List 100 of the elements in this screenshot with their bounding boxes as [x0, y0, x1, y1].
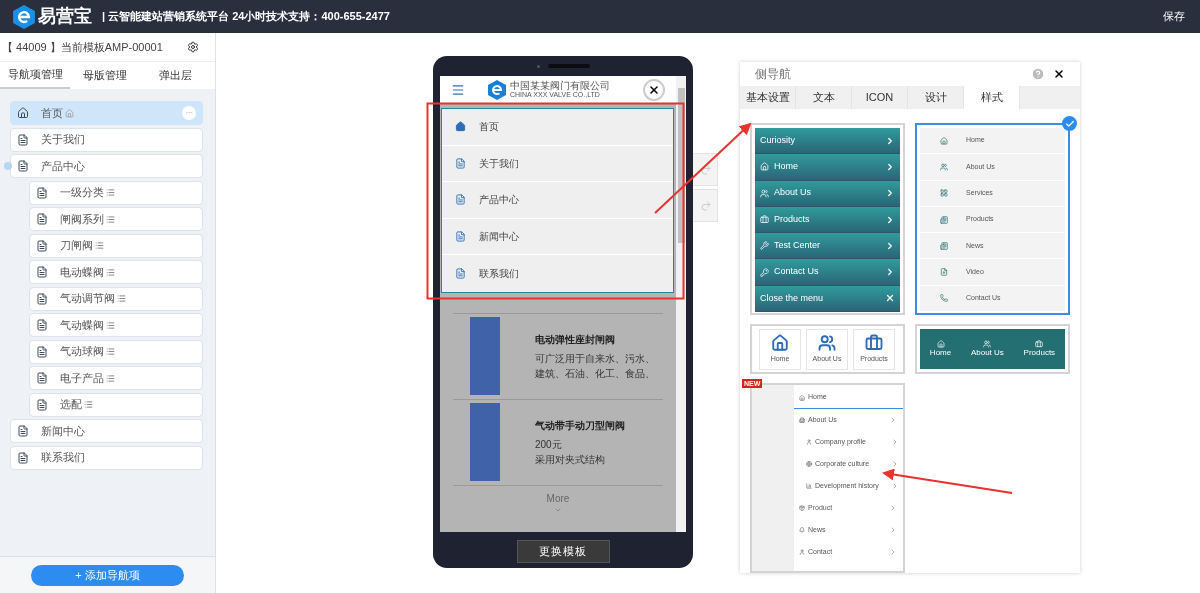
nav-item[interactable]: 新闻中心 — [10, 419, 203, 443]
side-menu-item: Curiosity — [755, 128, 900, 155]
page-icon — [17, 451, 29, 464]
mobile-menu-item[interactable]: 联系我们 — [442, 255, 673, 292]
side-menu-item: Contact Us — [755, 259, 900, 286]
menu-icon[interactable] — [451, 82, 465, 97]
mobile-menu-item[interactable]: 产品中心 — [442, 182, 673, 219]
page-icon — [455, 157, 466, 169]
menu-item-icon — [799, 549, 805, 555]
menu-item-icon — [940, 215, 948, 224]
nav-item-label: 新闻中心 — [41, 423, 85, 439]
page-icon — [36, 398, 48, 411]
list-icon — [117, 294, 126, 303]
menu-item-icon — [940, 189, 948, 198]
nav-item-label: 联系我们 — [41, 450, 85, 466]
page-icon — [455, 230, 466, 242]
change-template-button[interactable]: 更换模板 — [516, 540, 610, 563]
side-menu-item: About Us — [755, 180, 900, 207]
redo-icon — [700, 199, 712, 212]
chevron-right-icon — [885, 214, 895, 225]
nav-item-label: 首页 — [41, 105, 63, 121]
list-icon — [106, 267, 115, 277]
menu-item-icon — [799, 394, 805, 401]
page-icon — [36, 345, 48, 358]
panel-tab[interactable]: 样式 — [964, 85, 1020, 109]
mobile-menu-item[interactable]: 首页 — [442, 109, 673, 146]
list-icon — [106, 214, 115, 224]
nav-item[interactable]: 关于我们 — [10, 127, 203, 152]
menu-item-icon — [806, 483, 812, 489]
menu-item-icon — [940, 136, 948, 145]
panel-title: 侧导航 — [755, 65, 791, 83]
home-icon — [17, 107, 29, 119]
nav-item[interactable]: 电子产品 — [29, 366, 203, 390]
logo-icon — [487, 79, 507, 100]
nav-item[interactable]: 产品中心 — [10, 154, 203, 178]
phone-speaker — [537, 64, 590, 68]
product-title[interactable]: 气动带手动刀型闸阀 — [535, 417, 625, 433]
nav-item[interactable]: 刀闸阀 — [29, 233, 203, 258]
nav-item[interactable]: 首页 ... — [10, 101, 203, 125]
page-icon — [455, 267, 466, 279]
mobile-menu-item[interactable]: 新闻中心 — [442, 218, 673, 255]
sidebar-tab[interactable]: 弹出层 — [140, 62, 210, 89]
collapse-toggle[interactable] — [4, 162, 12, 170]
sidebar-tab[interactable]: 导航项管理 — [0, 62, 70, 89]
redo-icon — [700, 163, 712, 176]
page-icon — [455, 194, 466, 206]
settings-icon[interactable] — [187, 41, 199, 53]
nav-item[interactable]: 气动球阀 — [29, 339, 203, 364]
page-icon — [36, 186, 48, 199]
list-icon — [84, 400, 93, 409]
list-icon — [106, 373, 115, 383]
save-button[interactable]: 保存 — [1163, 8, 1185, 25]
nav-item[interactable]: 电动蝶阀 — [29, 260, 203, 284]
nav-item-label: 刀闸阀 — [60, 238, 93, 254]
chevron-right-icon — [889, 504, 897, 512]
panel-tab[interactable]: 文本 — [796, 85, 852, 109]
chevron-right-icon — [889, 526, 897, 534]
more-button[interactable]: ... — [182, 106, 196, 120]
page-icon — [36, 292, 48, 305]
menu-item-icon — [940, 162, 948, 171]
chevron-right-icon — [891, 460, 899, 468]
redo-button[interactable] — [693, 153, 718, 186]
menu-item-icon — [760, 267, 769, 277]
brand-name: 易营宝 — [38, 5, 92, 28]
page-icon — [17, 133, 29, 146]
sidebar-tab[interactable]: 母版管理 — [70, 62, 140, 89]
template-label: 【 44009 】当前模板AMP-00001 — [2, 39, 163, 55]
list-icon — [106, 320, 115, 330]
menu-item-icon — [940, 268, 948, 277]
chevron-right-icon — [885, 188, 895, 199]
close-icon[interactable] — [1053, 67, 1065, 80]
panel-tab[interactable]: ICON — [852, 85, 908, 109]
product-description: 建筑、石油、化工、食品、 — [535, 366, 655, 381]
chevron-right-icon — [891, 482, 899, 490]
nav-item[interactable]: 一级分类 — [29, 180, 203, 205]
nav-item[interactable]: 气动蝶阀 — [29, 313, 203, 337]
nav-item-label: 选配 — [60, 397, 82, 413]
menu-item-icon — [760, 162, 769, 172]
nav-item[interactable]: 闸阀系列 — [29, 207, 203, 231]
side-menu-item: Close the menu — [755, 285, 900, 313]
menu-item-icon — [760, 241, 769, 251]
tile-icon — [936, 340, 945, 348]
menu-style-card[interactable]: Home About Us Products — [915, 324, 1070, 374]
menu-item-icon — [760, 215, 769, 225]
nav-item[interactable]: 选配 — [29, 392, 203, 417]
close-icon — [648, 83, 660, 96]
nav-item[interactable]: 气动调节阀 — [29, 286, 203, 311]
menu-style-card[interactable]: Curiosity Home About Us Products Test Center Contact Us Close the menu — [750, 123, 905, 315]
menu-bar-label: Home — [929, 348, 952, 358]
product-title[interactable]: 电动弹性座封闸阀 — [535, 331, 655, 347]
nav-item[interactable]: 联系我们 — [10, 445, 203, 470]
menu-item-icon — [806, 439, 812, 445]
close-button[interactable] — [643, 78, 665, 101]
side-menu-item: Test Center — [755, 233, 900, 260]
mobile-menu-item[interactable]: 关于我们 — [442, 145, 673, 182]
menu-item-icon — [806, 461, 812, 467]
nav-item-label: 气动蝶阀 — [60, 317, 104, 333]
panel-tab[interactable]: 基本设置 — [740, 85, 796, 109]
menu-item-icon — [940, 294, 948, 303]
menu-bar-label: Products — [1023, 348, 1056, 358]
